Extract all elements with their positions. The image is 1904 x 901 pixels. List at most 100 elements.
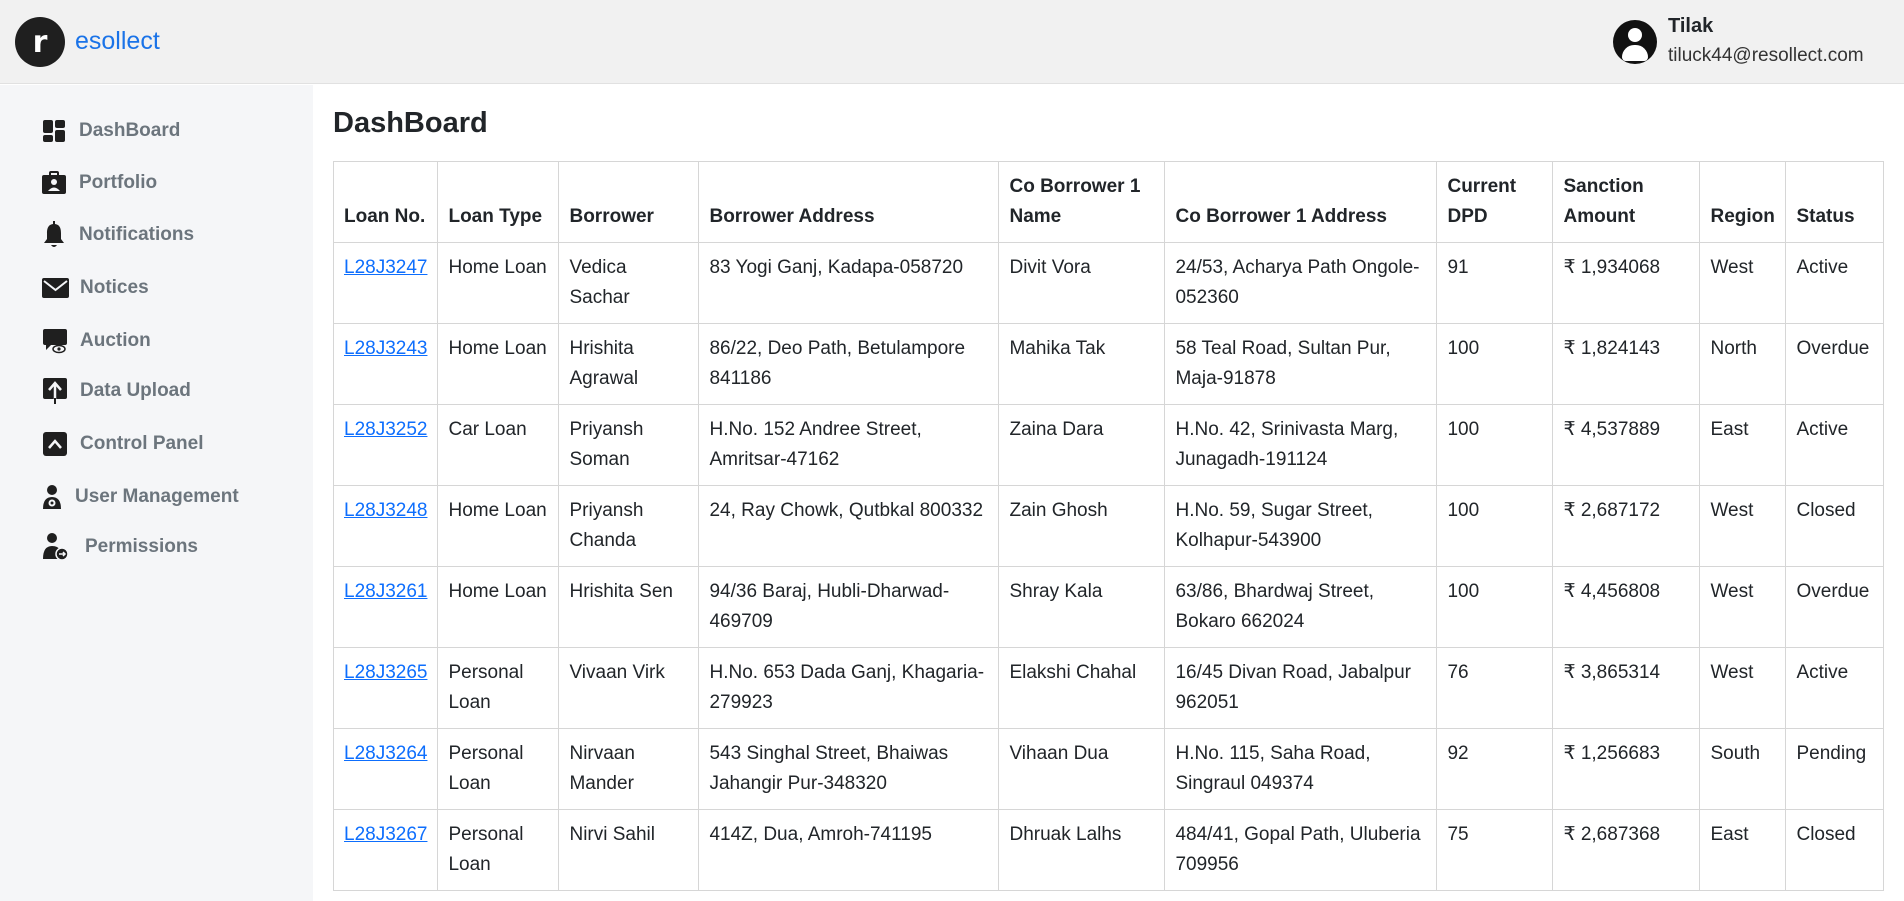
cell-borrower-address: H.No. 152 Andree Street, Amritsar-47162 [698,404,1000,486]
cell-borrower-address: 94/36 Baraj, Hubli-Dharwad-469709 [698,566,1000,648]
sidebar-item-user-management[interactable]: User Management [0,477,313,517]
table-header-row: Loan No. Loan Type Borrower Borrower Add… [332,161,1885,243]
cell-loan-no: L28J3264 [332,728,439,810]
loan-number-link[interactable]: L28J3247 [344,257,427,278]
cell-borrower-address: 86/22, Deo Path, Betulampore 841186 [698,323,1000,405]
sidebar-item-control-panel[interactable]: Control Panel [0,424,313,464]
table-row[interactable]: L28J3252 Car Loan Priyansh Soman H.No. 152 … [332,404,1885,486]
cell-co-borrower-name: Vihaan Dua [998,728,1166,810]
column-header-region[interactable]: Region [1699,161,1787,243]
cell-loan-no: L28J3267 [332,809,439,891]
sidebar-item-data-upload[interactable]: Data Upload [0,371,313,411]
cell-borrower: Nirvi Sahil [558,809,700,891]
column-header-borrower[interactable]: Borrower [558,161,700,243]
cell-region: East [1699,404,1787,486]
loan-number-link[interactable]: L28J3264 [344,743,427,764]
cell-co-borrower-name: Divit Vora [998,242,1166,324]
cell-current-dpd: 91 [1436,242,1554,324]
cell-status: Overdue [1785,323,1885,405]
control-panel-icon [41,430,69,458]
column-header-loan-type[interactable]: Loan Type [437,161,560,243]
table-row[interactable]: L28J3267 Personal Loan Nirvi Sahil 414Z, Du… [332,809,1885,891]
cell-loan-no: L28J3261 [332,566,439,648]
cell-borrower-address: H.No. 653 Dada Ganj, Khagaria-279923 [698,647,1000,729]
sidebar-item-label: Data Upload [80,380,191,401]
cell-co-borrower-name: Mahika Tak [998,323,1166,405]
cell-co-borrower-name: Zain Ghosh [998,485,1166,567]
loan-number-link[interactable]: L28J3267 [344,824,427,845]
cell-sanction-amount: ₹ 1,256683 [1552,728,1701,810]
logo-icon[interactable]: r [15,17,65,67]
column-header-loan-no[interactable]: Loan No. [332,161,439,243]
cell-loan-no: L28J3247 [332,242,439,324]
table-row[interactable]: L28J3265 Personal Loan Vivaan Virk H.No. 65… [332,647,1885,729]
cell-sanction-amount: ₹ 4,537889 [1552,404,1701,486]
sidebar-item-notifications[interactable]: Notifications [0,215,313,255]
cell-borrower: Vedica Sachar [558,242,700,324]
table-row[interactable]: L28J3261 Home Loan Hrishita Sen 94/36 Baraj… [332,566,1885,648]
table-body: L28J3247 Home Loan Vedica Sachar 83 Yogi Ga… [332,242,1885,891]
cell-sanction-amount: ₹ 2,687368 [1552,809,1701,891]
cell-loan-type: Home Loan [437,242,560,324]
cell-loan-type: Home Loan [437,323,560,405]
cell-region: North [1699,323,1787,405]
cell-region: West [1699,485,1787,567]
cell-loan-no: L28J3252 [332,404,439,486]
top-bar: r esollect Tilak tiluck44@resollect.com [0,0,1904,84]
sidebar-item-label: Notices [80,277,149,298]
brand-name[interactable]: esollect [75,27,160,56]
cell-borrower: Hrishita Agrawal [558,323,700,405]
loan-number-link[interactable]: L28J3261 [344,581,427,602]
column-header-co-borrower-address[interactable]: Co Borrower 1 Address [1164,161,1438,243]
portfolio-icon [40,169,68,197]
table-row[interactable]: L28J3247 Home Loan Vedica Sachar 83 Yogi Ga… [332,242,1885,324]
cell-borrower: Nirvaan Mander [558,728,700,810]
sidebar-item-permissions[interactable]: Permissions [0,527,313,567]
sidebar-item-label: Permissions [85,536,198,557]
cell-loan-type: Home Loan [437,566,560,648]
upload-icon [41,377,69,405]
loans-table: Loan No. Loan Type Borrower Borrower Add… [332,161,1885,891]
loan-number-link[interactable]: L28J3248 [344,500,427,521]
bell-icon [40,221,68,249]
sidebar-item-notices[interactable]: Notices [0,268,313,308]
cell-borrower: Priyansh Soman [558,404,700,486]
cell-current-dpd: 92 [1436,728,1554,810]
cell-co-borrower-address: 63/86, Bhardwaj Street, Bokaro 662024 [1164,566,1438,648]
cell-loan-type: Personal Loan [437,809,560,891]
cell-loan-type: Personal Loan [437,728,560,810]
sidebar-item-label: Notifications [79,224,195,245]
cell-region: West [1699,647,1787,729]
cell-current-dpd: 100 [1436,485,1554,567]
cell-current-dpd: 100 [1436,404,1554,486]
loan-number-link[interactable]: L28J3265 [344,662,427,683]
user-avatar-icon[interactable] [1613,20,1657,64]
cell-borrower: Hrishita Sen [558,566,700,648]
column-header-co-borrower-name[interactable]: Co Borrower 1 Name [998,161,1166,243]
cell-co-borrower-address: 16/45 Divan Road, Jabalpur 962051 [1164,647,1438,729]
column-header-status[interactable]: Status [1785,161,1885,243]
cell-current-dpd: 100 [1436,323,1554,405]
table-row[interactable]: L28J3243 Home Loan Hrishita Agrawal 86/22, … [332,323,1885,405]
envelope-icon [41,274,69,302]
cell-borrower-address: 24, Ray Chowk, Qutbkal 800332 [698,485,1000,567]
table-row[interactable]: L28J3264 Personal Loan Nirvaan Mander 543 S… [332,728,1885,810]
sidebar-item-auction[interactable]: Auction [0,321,313,361]
table-row[interactable]: L28J3248 Home Loan Priyansh Chanda 24, Ray … [332,485,1885,567]
cell-loan-type: Car Loan [437,404,560,486]
loan-number-link[interactable]: L28J3243 [344,338,427,359]
sidebar: DashBoard Portfolio Notifications Notice… [0,85,313,901]
user-management-icon [38,483,66,511]
sidebar-item-portfolio[interactable]: Portfolio [0,163,313,203]
sidebar-item-label: User Management [75,486,239,507]
cell-sanction-amount: ₹ 1,934068 [1552,242,1701,324]
cell-co-borrower-name: Zaina Dara [998,404,1166,486]
cell-loan-type: Personal Loan [437,647,560,729]
column-header-sanction-amount[interactable]: Sanction Amount [1552,161,1701,243]
page-title: DashBoard [333,107,488,139]
column-header-current-dpd[interactable]: Current DPD [1436,161,1554,243]
cell-borrower: Vivaan Virk [558,647,700,729]
column-header-borrower-address[interactable]: Borrower Address [698,161,1000,243]
sidebar-item-dashboard[interactable]: DashBoard [0,111,313,151]
loan-number-link[interactable]: L28J3252 [344,419,427,440]
